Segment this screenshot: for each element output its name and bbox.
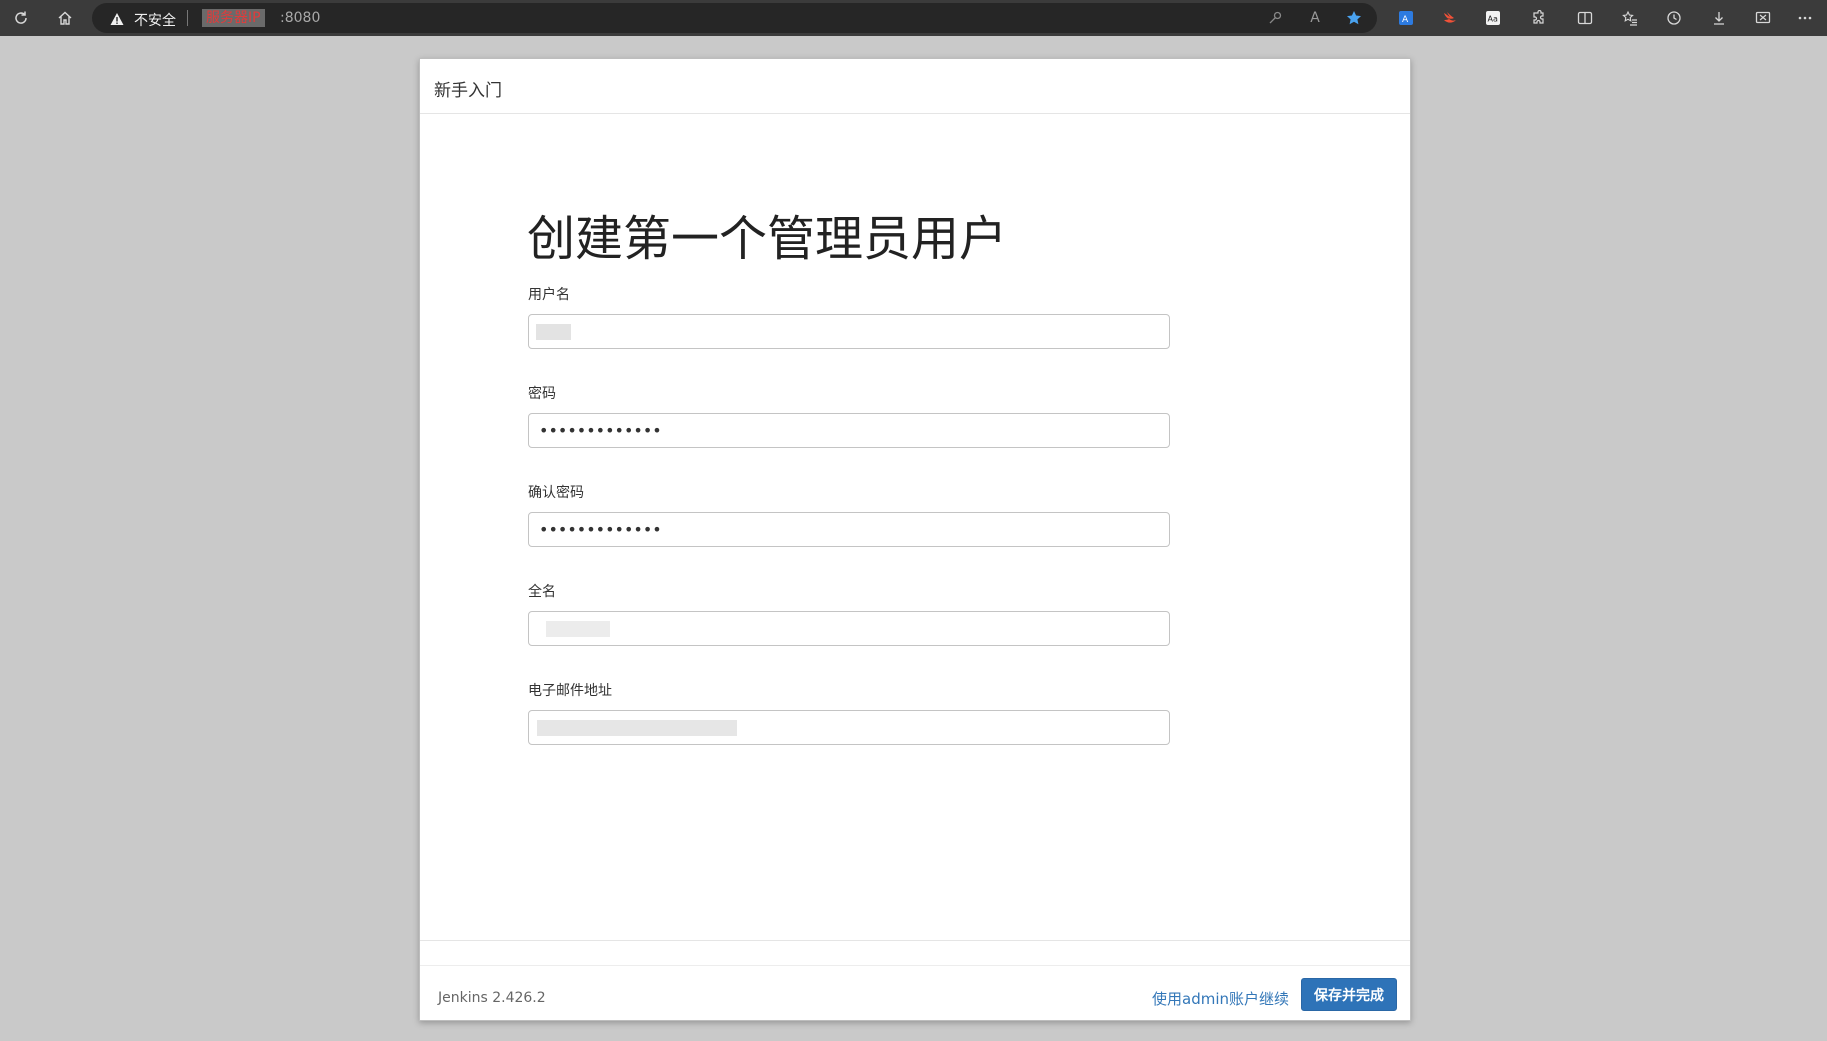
swift-extension-icon[interactable] [1440, 8, 1460, 28]
more-menu-icon[interactable] [1795, 8, 1815, 28]
password-input[interactable] [528, 413, 1170, 448]
download-icon[interactable] [1709, 8, 1729, 28]
continue-as-admin-link[interactable]: 使用admin账户继续 [1152, 988, 1289, 1009]
dialog-footer: Jenkins 2.426.2 使用admin账户继续 保存并完成 [420, 940, 1410, 1021]
footer-bar: Jenkins 2.426.2 使用admin账户继续 保存并完成 [420, 965, 1410, 1022]
dialog-title: 新手入门 [434, 81, 502, 101]
browser-toolbar: 不安全 服务器IP :8080 A A Aa [0, 0, 1827, 36]
extensions-puzzle-icon[interactable] [1528, 8, 1548, 28]
key-icon[interactable] [1265, 8, 1285, 28]
confirm-password-input[interactable] [528, 512, 1170, 547]
dictionary-extension-icon[interactable]: Aa [1483, 8, 1503, 28]
read-aloud-icon[interactable]: A [1305, 8, 1325, 28]
home-icon[interactable] [54, 7, 76, 29]
fullname-input[interactable] [528, 611, 1170, 646]
screenshot-icon[interactable] [1753, 8, 1773, 28]
username-label: 用户名 [528, 287, 570, 303]
favorite-star-icon[interactable] [1344, 8, 1364, 28]
fullname-label: 全名 [528, 584, 556, 600]
password-label: 密码 [528, 386, 556, 402]
address-separator [187, 10, 188, 26]
translate-extension-icon[interactable]: A [1396, 8, 1416, 28]
username-input[interactable] [528, 314, 1170, 349]
create-admin-form: 创建第一个管理员用户 用户名 密码 确认密码 全名 电子邮件地址 [420, 114, 1410, 940]
split-screen-icon[interactable] [1575, 8, 1595, 28]
insecure-label: 不安全 [134, 13, 176, 29]
favorites-list-icon[interactable] [1620, 8, 1640, 28]
history-icon[interactable] [1664, 8, 1684, 28]
warning-icon [110, 11, 124, 25]
dialog-header: 新手入门 [420, 59, 1410, 114]
email-label: 电子邮件地址 [528, 683, 612, 699]
setup-wizard-dialog: 新手入门 创建第一个管理员用户 用户名 密码 确认密码 全名 电子邮件地址 Je… [419, 58, 1411, 1021]
save-and-finish-button[interactable]: 保存并完成 [1301, 978, 1397, 1011]
address-bar[interactable]: 不安全 服务器IP :8080 A [92, 3, 1377, 33]
jenkins-version: Jenkins 2.426.2 [438, 990, 546, 1006]
confirm-password-label: 确认密码 [528, 485, 584, 501]
email-input[interactable] [528, 710, 1170, 745]
address-host-masked: 服务器IP [202, 9, 265, 27]
refresh-icon[interactable] [10, 7, 32, 29]
svg-text:A: A [1402, 15, 1409, 25]
svg-text:Aa: Aa [1488, 15, 1498, 24]
address-port: :8080 [280, 10, 321, 26]
page-title: 创建第一个管理员用户 [527, 211, 1008, 267]
